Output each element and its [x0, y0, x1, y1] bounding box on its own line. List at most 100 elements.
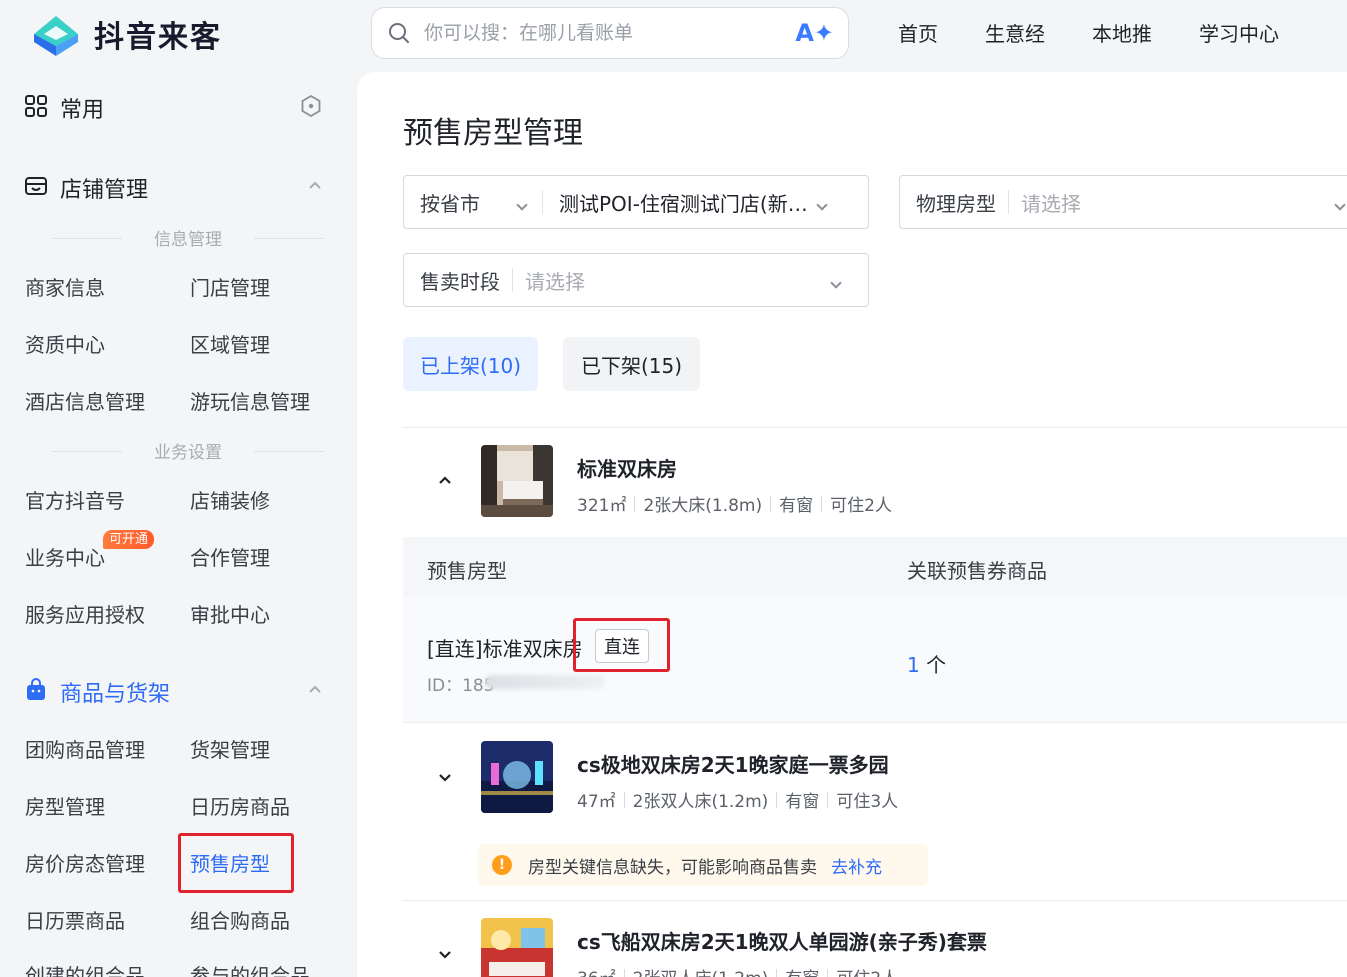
sidebar-common[interactable]: 常用	[24, 92, 329, 124]
grid-icon	[24, 94, 48, 122]
settings-icon[interactable]	[299, 94, 323, 122]
physical-room-label: 物理房型	[916, 191, 996, 216]
chevron-down-icon	[516, 190, 528, 214]
chevron-up-icon[interactable]	[307, 682, 323, 702]
room-window: 有窗	[785, 964, 819, 977]
sale-period-placeholder: 请选择	[525, 269, 585, 294]
sidebar-item-room-price[interactable]: 房价房态管理	[25, 848, 145, 877]
sidebar-item-groupbuy[interactable]: 团购商品管理	[25, 734, 145, 763]
nav-local-promote[interactable]: 本地推	[1092, 14, 1152, 54]
room-name: 标准双床房	[577, 457, 677, 481]
store-icon	[24, 174, 48, 202]
redacted-id	[485, 675, 605, 689]
col-presale-room: 预售房型	[427, 559, 507, 583]
nav-business-guide[interactable]: 生意经	[985, 14, 1045, 54]
chevron-down-icon[interactable]	[437, 769, 453, 785]
chevron-down-icon[interactable]	[437, 946, 453, 962]
chevron-up-icon[interactable]	[307, 178, 323, 198]
sidebar-item-calendar-room[interactable]: 日历房商品	[190, 791, 290, 820]
sidebar: 常用 店铺管理 信息管理 商家信息 门店管理 资质中心 区域管理 酒店信息管理 …	[0, 72, 355, 977]
sidebar-item-merchant-info[interactable]: 商家信息	[25, 272, 105, 301]
room-thumbnail	[481, 741, 553, 813]
sidebar-section-goods[interactable]: 商品与货架	[24, 676, 329, 708]
room-area: 321㎡	[577, 496, 627, 516]
sidebar-item-approval[interactable]: 审批中心	[190, 599, 270, 628]
group-title-business: 业务设置	[52, 438, 324, 463]
sidebar-common-label: 常用	[60, 98, 105, 123]
highlight-box	[573, 618, 670, 672]
sidebar-item-calendar-ticket[interactable]: 日历票商品	[25, 905, 125, 934]
sidebar-item-store-decor[interactable]: 店铺装修	[190, 485, 270, 514]
chevron-down-icon	[816, 190, 828, 214]
room-meta: 36㎡ 2张双人床(1.2m) 有窗 可住2人	[577, 964, 898, 977]
room-bed: 2张大床(1.8m)	[643, 496, 763, 516]
sidebar-item-business-center[interactable]: 业务中心 可开通	[25, 530, 155, 571]
sidebar-item-hotel-info[interactable]: 酒店信息管理	[25, 386, 145, 415]
chevron-up-icon[interactable]	[437, 473, 453, 489]
room-thumbnail	[481, 445, 553, 517]
sidebar-item-play-info[interactable]: 游玩信息管理	[190, 386, 310, 415]
sidebar-item-joined-combo[interactable]: 参与的组合品	[190, 960, 310, 977]
sidebar-item-qualification[interactable]: 资质中心	[25, 329, 105, 358]
physical-room-placeholder: 请选择	[1021, 191, 1081, 216]
brand-logo-icon	[34, 16, 78, 56]
sidebar-item-room-type[interactable]: 房型管理	[25, 791, 105, 820]
sidebar-item-store-manage[interactable]: 门店管理	[190, 272, 270, 301]
chevron-down-icon	[1334, 190, 1346, 214]
sidebar-item-business-center-label: 业务中心	[25, 546, 105, 570]
tab-on-shelf[interactable]: 已上架(10)	[403, 337, 538, 391]
room-meta: 47㎡ 2张双人床(1.2m) 有窗 可住3人	[577, 787, 898, 812]
room-window: 有窗	[785, 792, 820, 812]
room-card: cs飞船双床房2天1晚双人单园游(亲子秀)套票 36㎡ 2张双人床(1.2m) …	[403, 918, 1347, 977]
store-select-value: 测试POI-住宿测试门店(新…	[559, 191, 808, 216]
complete-info-link[interactable]: 去补充	[831, 853, 882, 878]
sidebar-item-combo[interactable]: 组合购商品	[190, 905, 290, 934]
nav-home[interactable]: 首页	[898, 14, 938, 54]
sidebar-item-shelf[interactable]: 货架管理	[190, 734, 270, 763]
sidebar-section-store[interactable]: 店铺管理	[24, 172, 329, 204]
room-capacity: 可住3人	[836, 792, 899, 812]
room-bed: 2张双人床(1.2m)	[633, 964, 769, 977]
sidebar-item-app-auth[interactable]: 服务应用授权	[25, 599, 145, 628]
room-name: cs极地双床房2天1晚家庭一票多园	[577, 753, 889, 777]
linked-count-unit: 个	[926, 653, 947, 677]
page-title: 预售房型管理	[403, 116, 583, 151]
room-thumbnail	[481, 918, 553, 977]
room-area: 47㎡	[577, 792, 616, 812]
divider	[403, 427, 1347, 428]
search-icon	[386, 20, 412, 46]
linked-voucher-count[interactable]: 1 个	[907, 649, 946, 678]
sidebar-section-store-label: 店铺管理	[60, 178, 149, 203]
table-row: [直连]标准双床房 直连 ID：185 1 个	[403, 597, 1347, 723]
room-area: 36㎡	[577, 964, 616, 977]
search-input[interactable]	[424, 22, 796, 44]
sidebar-item-douyin-account[interactable]: 官方抖音号	[25, 485, 125, 514]
ai-assistant-icon[interactable]: A✦	[795, 19, 834, 47]
tab-off-shelf[interactable]: 已下架(15)	[563, 337, 700, 391]
room-capacity: 可住2人	[830, 496, 892, 516]
divider	[403, 900, 1347, 901]
global-search[interactable]: A✦	[371, 7, 849, 59]
main-panel: 预售房型管理 按省市 测试POI-住宿测试门店(新… 物理房型 请选择 售卖时段…	[357, 72, 1347, 977]
highlight-box	[178, 833, 294, 893]
room-meta: 321㎡ 2张大床(1.8m) 有窗 可住2人	[577, 491, 892, 516]
room-bed: 2张双人床(1.2m)	[632, 792, 769, 812]
sidebar-item-created-combo[interactable]: 创建的组合品	[25, 960, 145, 977]
shopping-bag-icon	[24, 678, 48, 706]
linked-count-number[interactable]: 1	[907, 653, 920, 677]
warning-icon: !	[492, 855, 512, 875]
chevron-down-icon	[830, 268, 842, 292]
physical-room-filter[interactable]: 物理房型 请选择	[899, 175, 1347, 229]
nav-learning-center[interactable]: 学习中心	[1199, 14, 1279, 54]
region-store-filter[interactable]: 按省市 测试POI-住宿测试门店(新…	[403, 175, 869, 229]
room-card: 标准双床房 321㎡ 2张大床(1.8m) 有窗 可住2人	[403, 445, 1347, 525]
sale-period-filter[interactable]: 售卖时段 请选择	[403, 253, 869, 307]
room-window: 有窗	[779, 496, 814, 516]
sidebar-item-region[interactable]: 区域管理	[190, 329, 270, 358]
room-card: cs极地双床房2天1晚家庭一票多园 47㎡ 2张双人床(1.2m) 有窗 可住3…	[403, 741, 1347, 821]
sale-period-label: 售卖时段	[420, 269, 500, 294]
warning-text: 房型关键信息缺失，可能影响商品售卖	[528, 857, 817, 878]
room-capacity: 可住2人	[836, 964, 898, 977]
brand-logo[interactable]: 抖音来客	[26, 8, 222, 60]
sidebar-item-cooperation[interactable]: 合作管理	[190, 542, 270, 571]
